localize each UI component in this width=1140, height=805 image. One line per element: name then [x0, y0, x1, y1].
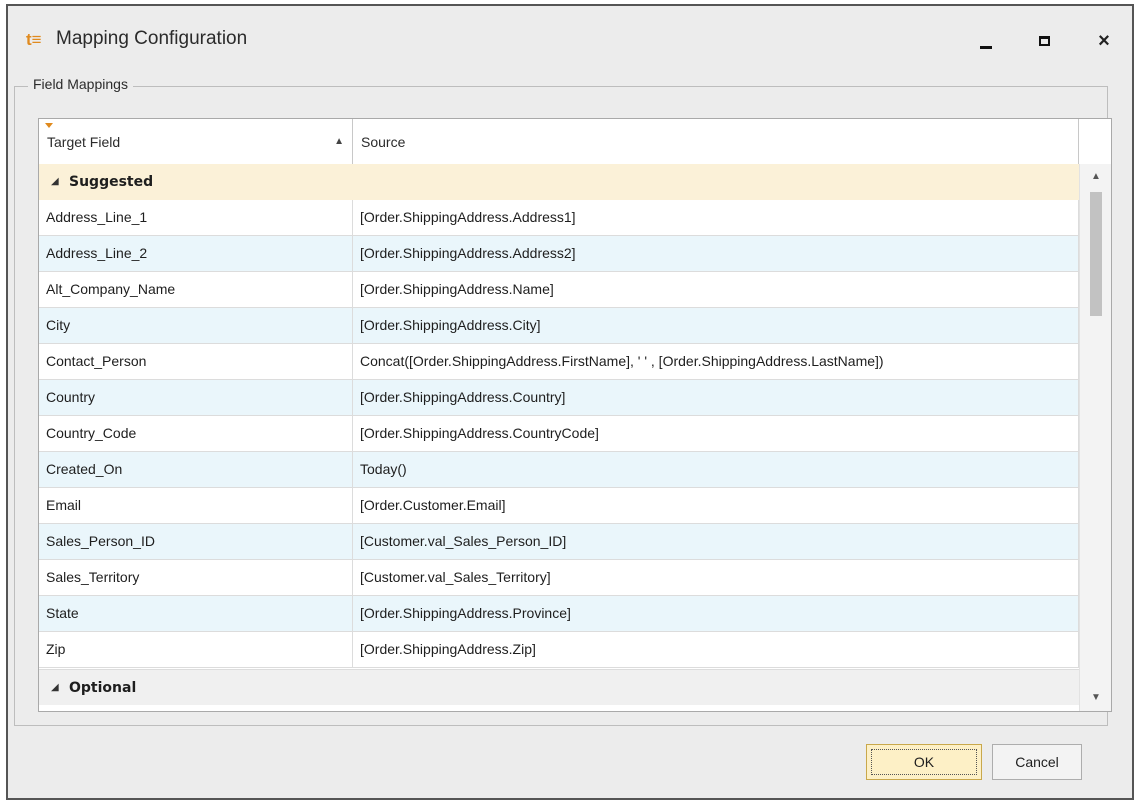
target-field-cell[interactable]: Zip: [39, 632, 353, 667]
cancel-button[interactable]: Cancel: [992, 744, 1082, 780]
source-cell[interactable]: [Order.ShippingAddress.Address2]: [353, 236, 1079, 271]
window-title: Mapping Configuration: [56, 28, 248, 49]
source-cell[interactable]: [Customer.val_Sales_Person_ID]: [353, 524, 1079, 559]
cancel-button-label: Cancel: [1015, 754, 1059, 770]
source-cell[interactable]: Concat([Order.ShippingAddress.FirstName]…: [353, 344, 1079, 379]
column-header-label: Source: [361, 134, 406, 150]
scroll-down-icon[interactable]: ▼: [1080, 687, 1111, 709]
table-row[interactable]: Country_Code [Order.ShippingAddress.Count…: [39, 416, 1079, 452]
target-field-cell[interactable]: Sales_Person_ID: [39, 524, 353, 559]
table-row[interactable]: Sales_Person_ID [Customer.val_Sales_Perso…: [39, 524, 1079, 560]
source-cell[interactable]: [Order.ShippingAddress.Name]: [353, 272, 1079, 307]
target-field-cell[interactable]: Country_Code: [39, 416, 353, 451]
collapse-arrow-icon[interactable]: ◢: [51, 670, 59, 706]
maximize-button[interactable]: [1024, 24, 1064, 58]
source-cell[interactable]: [Order.ShippingAddress.Zip]: [353, 632, 1079, 667]
close-icon: ×: [1098, 29, 1110, 52]
table-row[interactable]: State [Order.ShippingAddress.Province]: [39, 596, 1079, 632]
column-header-source[interactable]: Source: [353, 119, 1079, 164]
table-row[interactable]: Email [Order.Customer.Email]: [39, 488, 1079, 524]
sort-ascending-icon: ▲: [334, 136, 344, 147]
table-row[interactable]: Country [Order.ShippingAddress.Country]: [39, 380, 1079, 416]
app-logo-icon: t≡: [26, 30, 42, 49]
table-row[interactable]: Contact_Person Concat([Order.ShippingAddr…: [39, 344, 1079, 380]
vertical-scrollbar[interactable]: ▲ ▼: [1079, 164, 1111, 711]
grid-rows: Address_Line_1 [Order.ShippingAddress.Add…: [39, 200, 1079, 668]
source-cell[interactable]: Today(): [353, 452, 1079, 487]
source-cell[interactable]: [Customer.val_Sales_Territory]: [353, 560, 1079, 595]
collapse-arrow-icon[interactable]: ◢: [51, 164, 59, 200]
source-cell[interactable]: [Order.Customer.Email]: [353, 488, 1079, 523]
target-field-cell[interactable]: Sales_Territory: [39, 560, 353, 595]
target-field-cell[interactable]: Email: [39, 488, 353, 523]
filter-indicator-icon[interactable]: [45, 123, 53, 128]
source-cell[interactable]: [Order.ShippingAddress.Province]: [353, 596, 1079, 631]
source-cell[interactable]: [Order.ShippingAddress.Address1]: [353, 200, 1079, 235]
header-corner: [1079, 119, 1111, 164]
group-label: Optional: [69, 680, 137, 696]
maximize-icon: [1038, 36, 1050, 46]
ok-button-label: OK: [913, 754, 935, 770]
target-field-cell[interactable]: Contact_Person: [39, 344, 353, 379]
source-cell[interactable]: [Order.ShippingAddress.CountryCode]: [353, 416, 1079, 451]
table-row[interactable]: Created_On Today(): [39, 452, 1079, 488]
table-row[interactable]: Alt_Company_Name [Order.ShippingAddress.N…: [39, 272, 1079, 308]
scroll-up-icon[interactable]: ▲: [1080, 166, 1111, 188]
table-row[interactable]: City [Order.ShippingAddress.City]: [39, 308, 1079, 344]
target-field-cell[interactable]: State: [39, 596, 353, 631]
close-button[interactable]: ×: [1084, 24, 1124, 58]
table-row[interactable]: Sales_Territory [Customer.val_Sales_Terri…: [39, 560, 1079, 596]
group-row-suggested[interactable]: ◢ Suggested: [39, 164, 1079, 200]
minimize-icon: [980, 45, 992, 49]
mapping-grid: Target Field ▲ Source ◢ Suggested Addres…: [38, 118, 1112, 712]
scrollbar-thumb[interactable]: [1090, 192, 1102, 316]
target-field-cell[interactable]: City: [39, 308, 353, 343]
table-row[interactable]: Address_Line_1 [Order.ShippingAddress.Add…: [39, 200, 1079, 236]
column-header-label: Target Field: [47, 134, 121, 150]
table-row[interactable]: Zip [Order.ShippingAddress.Zip]: [39, 632, 1079, 668]
grid-header: Target Field ▲ Source: [39, 119, 1079, 165]
title-bar[interactable]: t≡ Mapping Configuration ×: [8, 6, 1132, 72]
ok-button[interactable]: OK: [866, 744, 982, 780]
minimize-button[interactable]: [966, 24, 1006, 58]
target-field-cell[interactable]: Address_Line_1: [39, 200, 353, 235]
group-row-optional[interactable]: ◢ Optional: [39, 669, 1079, 705]
field-mappings-label: Field Mappings: [28, 76, 133, 92]
target-field-cell[interactable]: Address_Line_2: [39, 236, 353, 271]
column-header-target-field[interactable]: Target Field ▲: [39, 119, 353, 164]
target-field-cell[interactable]: Alt_Company_Name: [39, 272, 353, 307]
source-cell[interactable]: [Order.ShippingAddress.City]: [353, 308, 1079, 343]
target-field-cell[interactable]: Country: [39, 380, 353, 415]
table-row[interactable]: Address_Line_2 [Order.ShippingAddress.Add…: [39, 236, 1079, 272]
source-cell[interactable]: [Order.ShippingAddress.Country]: [353, 380, 1079, 415]
target-field-cell[interactable]: Created_On: [39, 452, 353, 487]
group-label: Suggested: [69, 174, 154, 190]
